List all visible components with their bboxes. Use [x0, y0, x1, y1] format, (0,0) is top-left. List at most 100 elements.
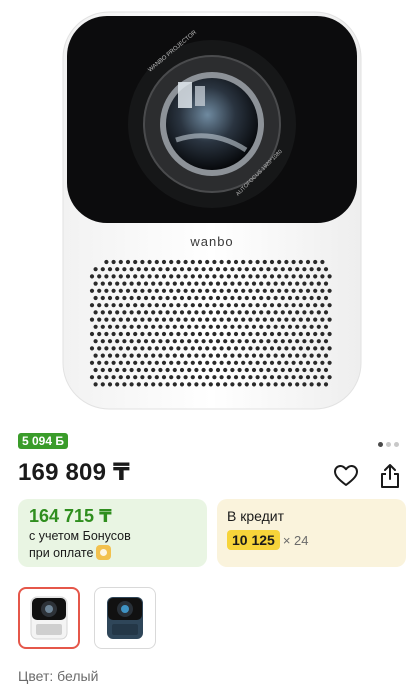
share-button[interactable]	[372, 458, 408, 494]
speaker-hole	[125, 259, 131, 265]
speaker-hole	[233, 259, 239, 265]
speaker-hole	[241, 346, 246, 351]
speaker-hole	[143, 324, 149, 329]
speaker-hole	[190, 288, 195, 293]
speaker-hole	[305, 259, 311, 265]
speaker-hole	[215, 281, 221, 286]
speaker-hole	[208, 382, 213, 387]
speaker-hole	[158, 295, 163, 301]
speaker-hole	[97, 375, 102, 380]
speaker-hole	[284, 317, 289, 322]
speaker-hole	[280, 281, 285, 286]
speaker-hole	[323, 382, 329, 387]
speaker-hole	[226, 317, 231, 322]
speaker-hole	[179, 267, 185, 272]
gallery-dot[interactable]	[394, 442, 399, 447]
speaker-hole	[280, 324, 285, 329]
speaker-hole	[230, 281, 235, 286]
gallery-dot[interactable]	[386, 442, 391, 447]
gallery-dots[interactable]	[378, 434, 402, 452]
speaker-hole	[197, 375, 203, 380]
speaker-hole	[143, 382, 149, 387]
speaker-hole	[237, 353, 242, 358]
speaker-hole	[122, 281, 127, 286]
speaker-hole	[93, 295, 98, 301]
speaker-hole	[133, 331, 138, 337]
speaker-hole	[266, 353, 271, 358]
speaker-hole	[255, 274, 260, 279]
product-image[interactable]: WANBO PROJECTOR AUTOFOCUS 1920*1080 wanb…	[0, 0, 413, 420]
speaker-hole	[215, 382, 221, 387]
speaker-hole	[298, 375, 303, 380]
credit-card[interactable]: В кредит 10 125 × 24	[217, 499, 406, 567]
speaker-hole	[277, 317, 282, 322]
speaker-hole	[115, 310, 120, 315]
speaker-hole	[251, 339, 257, 344]
speaker-hole	[230, 339, 235, 344]
speaker-hole	[107, 267, 113, 272]
speaker-hole	[302, 339, 307, 344]
speaker-hole	[269, 274, 275, 279]
speaker-hole	[313, 331, 318, 337]
speaker-hole	[251, 267, 257, 272]
speaker-hole	[273, 367, 278, 373]
speaker-hole	[305, 288, 311, 293]
speaker-hole	[259, 267, 264, 272]
speaker-hole	[97, 331, 102, 337]
speaker-hole	[287, 324, 293, 329]
speaker-hole	[302, 324, 307, 329]
speaker-hole	[280, 339, 285, 344]
speaker-hole	[179, 367, 185, 373]
speaker-hole	[302, 367, 307, 373]
speaker-hole	[100, 281, 105, 286]
speaker-hole	[302, 353, 307, 358]
speaker-hole	[115, 353, 120, 358]
variant-thumb-white[interactable]	[18, 587, 80, 649]
speaker-hole	[176, 375, 181, 380]
speaker-hole	[327, 331, 332, 337]
gallery-dot[interactable]	[378, 442, 383, 447]
speaker-hole	[190, 331, 195, 337]
speaker-hole	[176, 259, 181, 265]
speaker-hole	[118, 346, 123, 351]
speaker-hole	[140, 375, 145, 380]
speaker-hole	[118, 317, 123, 322]
speaker-hole	[125, 375, 131, 380]
speaker-hole	[194, 367, 199, 373]
speaker-hole	[147, 360, 152, 365]
speaker-hole	[122, 367, 127, 373]
speaker-hole	[151, 382, 156, 387]
speaker-hole	[309, 367, 314, 373]
speaker-hole	[161, 331, 167, 337]
speaker-hole	[212, 317, 217, 322]
speaker-hole	[323, 281, 329, 286]
favorite-button[interactable]	[328, 458, 364, 494]
speaker-hole	[129, 310, 134, 315]
speaker-hole	[233, 360, 239, 365]
speaker-hole	[323, 310, 329, 315]
speaker-hole	[190, 360, 195, 365]
speaker-hole	[205, 259, 210, 265]
speaker-hole	[327, 360, 332, 365]
speaker-hole	[295, 267, 300, 272]
speaker-hole	[165, 310, 170, 315]
speaker-hole	[111, 360, 116, 365]
speaker-hole	[125, 303, 131, 308]
speaker-hole	[215, 295, 221, 301]
speaker-hole	[262, 375, 267, 380]
speaker-hole	[208, 310, 213, 315]
speaker-hole	[158, 382, 163, 387]
speaker-hole	[140, 259, 145, 265]
speaker-hole	[122, 382, 127, 387]
speaker-hole	[104, 360, 109, 365]
speaker-hole	[194, 382, 199, 387]
speaker-hole	[205, 360, 210, 365]
variant-thumb-navy[interactable]	[94, 587, 156, 649]
bonus-price-card[interactable]: 164 715 ₸ с учетом Бонусов при оплате	[18, 499, 207, 567]
speaker-hole	[287, 281, 293, 286]
speaker-hole	[183, 288, 188, 293]
speaker-hole	[133, 288, 138, 293]
speaker-hole	[118, 288, 123, 293]
speaker-hole	[277, 274, 282, 279]
speaker-hole	[223, 324, 228, 329]
